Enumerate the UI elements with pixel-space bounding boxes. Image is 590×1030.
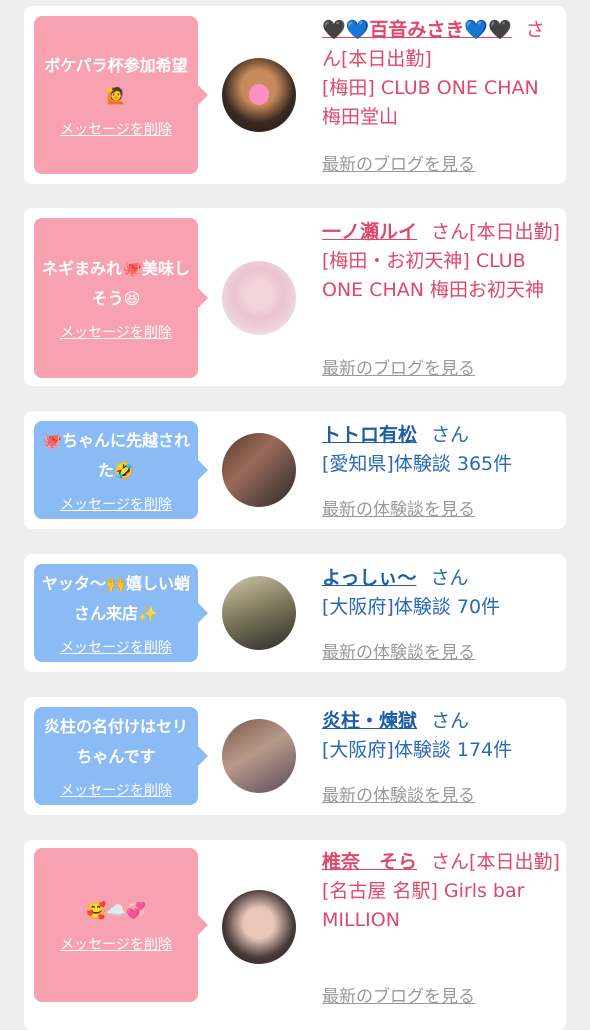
avatar[interactable]: [222, 433, 296, 507]
status-label: [本日出勤]: [469, 851, 560, 873]
status-label: [本日出勤]: [341, 48, 432, 70]
delete-message-link[interactable]: メッセージを削除: [60, 934, 172, 954]
message-text: 🐙ちゃんに先越された🤣: [42, 431, 190, 480]
profile-info: 一ノ瀬ルイ さん[本日出勤] [梅田・お初天神] CLUB ONE CHAN 梅田…: [322, 218, 562, 305]
avatar[interactable]: [222, 719, 296, 793]
latest-reviews-link[interactable]: 最新の体験談を見る: [322, 781, 475, 806]
profile-name-link[interactable]: 🖤💙百音みさき💙🖤: [322, 19, 512, 41]
profile-info: 🖤💙百音みさき💙🖤 さん[本日出勤] [梅田] CLUB ONE CHAN 梅田堂…: [322, 16, 562, 132]
message-text: 🥰☁️💞: [86, 901, 146, 920]
avatar[interactable]: [222, 261, 296, 335]
message-bubble: ボケパラ杯参加希望🙋 メッセージを削除: [34, 16, 208, 174]
profile-info: 椎奈 そら さん[本日出勤] [名古屋 名駅] Girls bar MILLION: [322, 848, 562, 935]
honorific: さん: [431, 424, 470, 446]
latest-reviews-link[interactable]: 最新の体験談を見る: [322, 638, 475, 663]
shop-label: [梅田] CLUB ONE CHAN 梅田堂山: [322, 77, 539, 128]
delete-message-link[interactable]: メッセージを削除: [60, 637, 172, 657]
message-card: 炎柱の名付けはセリちゃんです メッセージを削除 炎柱・煉獄 さん [大阪府]体験談…: [24, 697, 566, 815]
message-card: 🐙ちゃんに先越された🤣 メッセージを削除 トトロ有松 さん [愛知県]体験談 36…: [24, 411, 566, 529]
profile-info: トトロ有松 さん [愛知県]体験談 365件: [322, 421, 562, 479]
profile-info: よっしぃ〜 さん [大阪府]体験談 70件: [322, 564, 562, 622]
profile-name-link[interactable]: 炎柱・煉獄: [322, 710, 417, 732]
message-bubble: 🐙ちゃんに先越された🤣 メッセージを削除: [34, 421, 208, 519]
heart-sticker-icon: [248, 83, 270, 105]
message-text: ボケパラ杯参加希望🙋: [44, 56, 188, 105]
honorific: さん: [431, 710, 470, 732]
message-text: 炎柱の名付けはセリちゃんです: [43, 717, 188, 766]
message-text: ネギまみれ🐙美味しそう😆: [42, 259, 190, 308]
latest-blog-link[interactable]: 最新のブログを見る: [322, 354, 475, 379]
avatar[interactable]: [222, 576, 296, 650]
profile-name-link[interactable]: 椎奈 そら: [322, 851, 417, 873]
latest-blog-link[interactable]: 最新のブログを見る: [322, 150, 475, 175]
message-card: 🥰☁️💞 メッセージを削除 椎奈 そら さん[本日出勤] [名古屋 名駅] Gir…: [24, 840, 566, 1030]
shop-label: [名古屋 名駅] Girls bar MILLION: [322, 880, 525, 931]
profile-name-link[interactable]: 一ノ瀬ルイ: [322, 221, 417, 243]
message-card: ヤッタ〜🙌嬉しい蛸さん来店✨ メッセージを削除 よっしぃ〜 さん [大阪府]体験談…: [24, 554, 566, 672]
honorific: さん: [431, 221, 470, 243]
delete-message-link[interactable]: メッセージを削除: [60, 780, 172, 800]
message-bubble: ヤッタ〜🙌嬉しい蛸さん来店✨ メッセージを削除: [34, 564, 208, 662]
profile-info: 炎柱・煉獄 さん [大阪府]体験談 174件: [322, 707, 562, 765]
message-bubble: 🥰☁️💞 メッセージを削除: [34, 848, 208, 1002]
delete-message-link[interactable]: メッセージを削除: [60, 322, 172, 342]
status-label: [本日出勤]: [469, 221, 560, 243]
latest-reviews-link[interactable]: 最新の体験談を見る: [322, 495, 475, 520]
honorific: さん: [431, 851, 470, 873]
delete-message-link[interactable]: メッセージを削除: [60, 119, 172, 139]
shop-label: [梅田・お初天神] CLUB ONE CHAN 梅田お初天神: [322, 250, 545, 301]
message-bubble: ネギまみれ🐙美味しそう😆 メッセージを削除: [34, 218, 208, 378]
message-text: ヤッタ〜🙌嬉しい蛸さん来店✨: [42, 574, 190, 623]
profile-name-link[interactable]: よっしぃ〜: [322, 567, 416, 589]
review-count-label: [愛知県]体験談 365件: [322, 453, 513, 475]
delete-message-link[interactable]: メッセージを削除: [60, 494, 172, 514]
latest-blog-link[interactable]: 最新のブログを見る: [322, 982, 475, 1007]
profile-name-link[interactable]: トトロ有松: [322, 424, 417, 446]
honorific: さん: [430, 567, 469, 589]
avatar[interactable]: [222, 58, 296, 132]
avatar[interactable]: [222, 890, 296, 964]
message-card: ボケパラ杯参加希望🙋 メッセージを削除 🖤💙百音みさき💙🖤 さん[本日出勤] [梅…: [24, 6, 566, 184]
review-count-label: [大阪府]体験談 174件: [322, 739, 513, 761]
review-count-label: [大阪府]体験談 70件: [322, 596, 501, 618]
message-bubble: 炎柱の名付けはセリちゃんです メッセージを削除: [34, 707, 208, 805]
message-card: ネギまみれ🐙美味しそう😆 メッセージを削除 一ノ瀬ルイ さん[本日出勤] [梅田・…: [24, 208, 566, 386]
